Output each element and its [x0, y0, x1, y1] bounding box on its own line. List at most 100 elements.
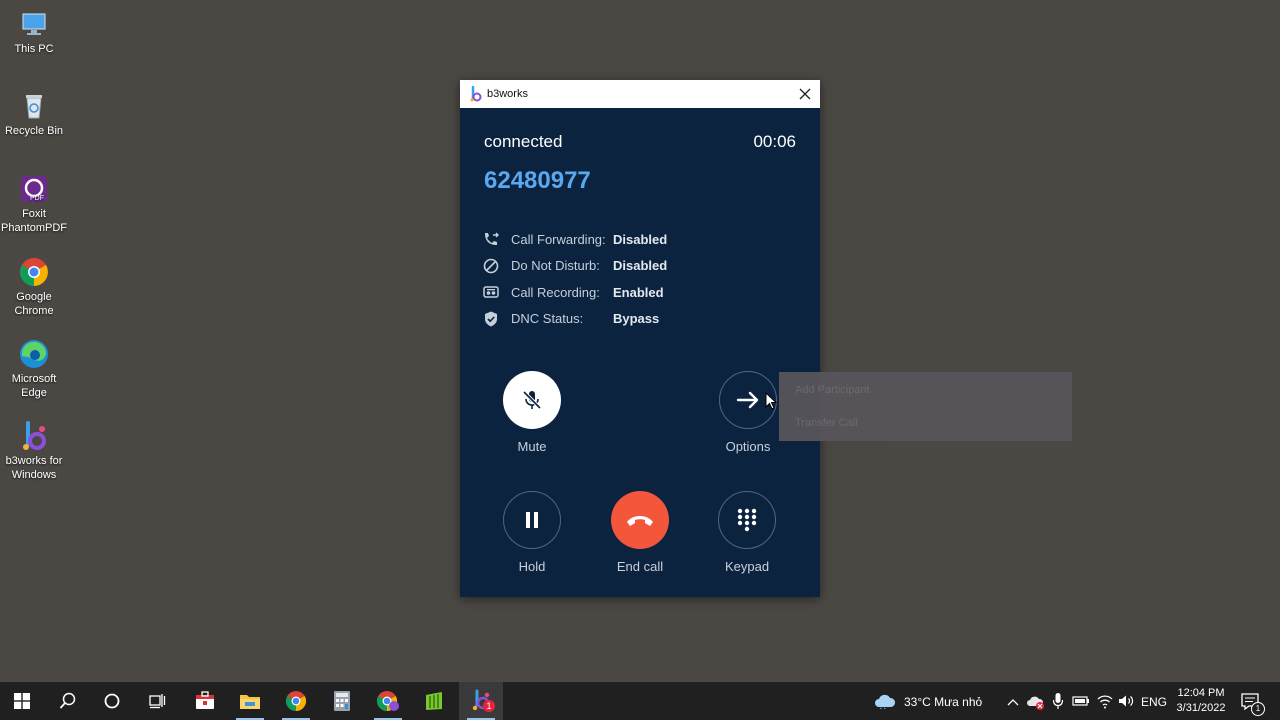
- desktop-icon-label: b3works for Windows: [5, 455, 63, 481]
- hang-up-icon: [627, 516, 653, 526]
- microphone-muted-icon: [522, 390, 542, 410]
- shield-check-icon: [482, 310, 500, 328]
- svg-text:PDF: PDF: [30, 195, 44, 202]
- app-badge: 1: [483, 700, 495, 712]
- battery-icon[interactable]: [1072, 694, 1090, 708]
- taskbar-app-b3works[interactable]: 1: [459, 682, 503, 720]
- desktop-icon-this-pc[interactable]: This PC: [0, 8, 68, 56]
- desktop-icon-foxit[interactable]: PDF Foxit PhantomPDF: [0, 173, 68, 235]
- call-status: connected: [484, 132, 563, 151]
- toolbox-app-icon: [196, 691, 214, 709]
- recycle-bin-icon: [18, 90, 50, 122]
- window-title: b3works: [487, 88, 528, 100]
- cortana-button[interactable]: [90, 682, 134, 720]
- keypad-control: Keypad: [702, 491, 792, 574]
- call-timer: 00:06: [753, 132, 796, 151]
- taskbar: 1 33°C Mưa nhỏ ENG 12:04 PM 3/31/2022 1: [0, 682, 1280, 720]
- desktop-icon-label: Google Chrome: [14, 291, 54, 317]
- taskbar-app-green[interactable]: [412, 682, 456, 720]
- taskbar-clock[interactable]: 12:04 PM 3/31/2022: [1168, 686, 1234, 716]
- phone-number: 62480977: [484, 167, 591, 194]
- weather-text[interactable]: 33°C Mưa nhỏ: [904, 695, 982, 709]
- mute-label: Mute: [517, 439, 547, 454]
- info-value: Bypass: [613, 311, 660, 327]
- info-row-dnc-status: DNC Status: Bypass: [482, 306, 667, 333]
- keypad-button[interactable]: [718, 491, 776, 549]
- close-icon: [799, 88, 811, 100]
- desktop-icon-b3works[interactable]: b3works for Windows: [0, 420, 68, 482]
- desktop-icon-label: Foxit PhantomPDF: [0, 208, 68, 234]
- call-info-list: Call Forwarding: Disabled Do Not Disturb…: [482, 226, 667, 332]
- desktop-icon-recycle-bin[interactable]: Recycle Bin: [0, 90, 68, 138]
- b3works-call-window: b3works connected 00:06 62480977 Call Fo…: [460, 80, 820, 597]
- do-not-disturb-icon: [482, 257, 500, 275]
- info-label: Call Forwarding:: [511, 231, 606, 247]
- close-button[interactable]: [790, 80, 820, 108]
- mute-button[interactable]: [503, 371, 561, 429]
- info-value: Disabled: [613, 258, 668, 274]
- hold-label: Hold: [518, 559, 546, 574]
- chevron-up-icon[interactable]: [1006, 697, 1020, 707]
- clock-time: 12:04 PM: [1177, 687, 1225, 699]
- info-label: Do Not Disturb:: [511, 258, 600, 274]
- wifi-icon[interactable]: [1096, 693, 1114, 709]
- desktop-icon-label: This PC: [14, 43, 54, 55]
- desktop-icon-edge[interactable]: Microsoft Edge: [0, 338, 68, 400]
- foxit-pdf-icon: PDF: [18, 173, 50, 205]
- folder-icon: [240, 695, 260, 709]
- desktop-icon-label: Microsoft Edge: [11, 373, 57, 399]
- chrome-icon: [18, 256, 50, 288]
- edge-icon: [18, 338, 50, 370]
- task-view-button[interactable]: [135, 682, 179, 720]
- hold-button[interactable]: [503, 491, 561, 549]
- info-label: Call Recording:: [511, 284, 600, 300]
- calculator-icon: [334, 691, 350, 711]
- dialpad-icon: [737, 508, 757, 532]
- end-call-label: End call: [616, 559, 664, 574]
- search-icon: [59, 692, 76, 709]
- taskbar-app-chrome[interactable]: [274, 682, 318, 720]
- menu-item-transfer-call[interactable]: Transfer Call: [795, 417, 858, 429]
- mouse-cursor-icon: [765, 392, 778, 410]
- hold-control: Hold: [487, 491, 577, 574]
- task-view-icon: [149, 694, 166, 709]
- taskbar-app-calculator[interactable]: [320, 682, 364, 720]
- green-app-icon: [426, 692, 442, 710]
- computer-icon: [18, 8, 50, 40]
- info-row-do-not-disturb: Do Not Disturb: Disabled: [482, 253, 667, 280]
- clock-date: 3/31/2022: [1176, 702, 1226, 714]
- b3works-icon: [18, 420, 50, 452]
- taskbar-app-tool[interactable]: [183, 682, 227, 720]
- cloud-sync-error-icon[interactable]: [1027, 694, 1045, 710]
- desktop-icon-label: Recycle Bin: [4, 125, 64, 137]
- chrome-icon: [285, 691, 307, 712]
- taskbar-app-chrome-profile[interactable]: [366, 682, 410, 720]
- recording-icon: [482, 283, 500, 301]
- mute-control: Mute: [487, 371, 577, 454]
- info-row-call-forwarding: Call Forwarding: Disabled: [482, 226, 667, 253]
- taskbar-app-file-explorer[interactable]: [228, 682, 272, 720]
- menu-item-add-participant[interactable]: Add Participant: [795, 384, 870, 396]
- search-button[interactable]: [46, 682, 90, 720]
- info-value: Disabled: [613, 231, 668, 247]
- end-call-control: End call: [595, 491, 685, 574]
- desktop-icon-chrome[interactable]: Google Chrome: [0, 256, 68, 318]
- arrow-right-icon: [736, 391, 759, 409]
- info-label: DNC Status:: [511, 311, 584, 327]
- chrome-profile-icon: [376, 691, 399, 712]
- start-button[interactable]: [0, 682, 44, 720]
- cortana-icon: [104, 693, 120, 709]
- language-indicator[interactable]: ENG: [1141, 695, 1167, 709]
- info-value: Enabled: [613, 284, 664, 300]
- microphone-icon[interactable]: [1052, 692, 1064, 710]
- b3works-logo-icon: [468, 85, 482, 102]
- volume-icon[interactable]: [1117, 693, 1135, 709]
- keypad-label: Keypad: [724, 559, 770, 574]
- notification-badge: 1: [1251, 702, 1265, 716]
- info-row-call-recording: Call Recording: Enabled: [482, 279, 667, 306]
- end-call-button[interactable]: [611, 491, 669, 549]
- weather-cloud-icon[interactable]: [874, 693, 896, 709]
- options-dropdown-menu: Add Participant Transfer Call: [779, 372, 1072, 441]
- pause-icon: [526, 512, 538, 528]
- window-titlebar[interactable]: b3works: [460, 80, 820, 108]
